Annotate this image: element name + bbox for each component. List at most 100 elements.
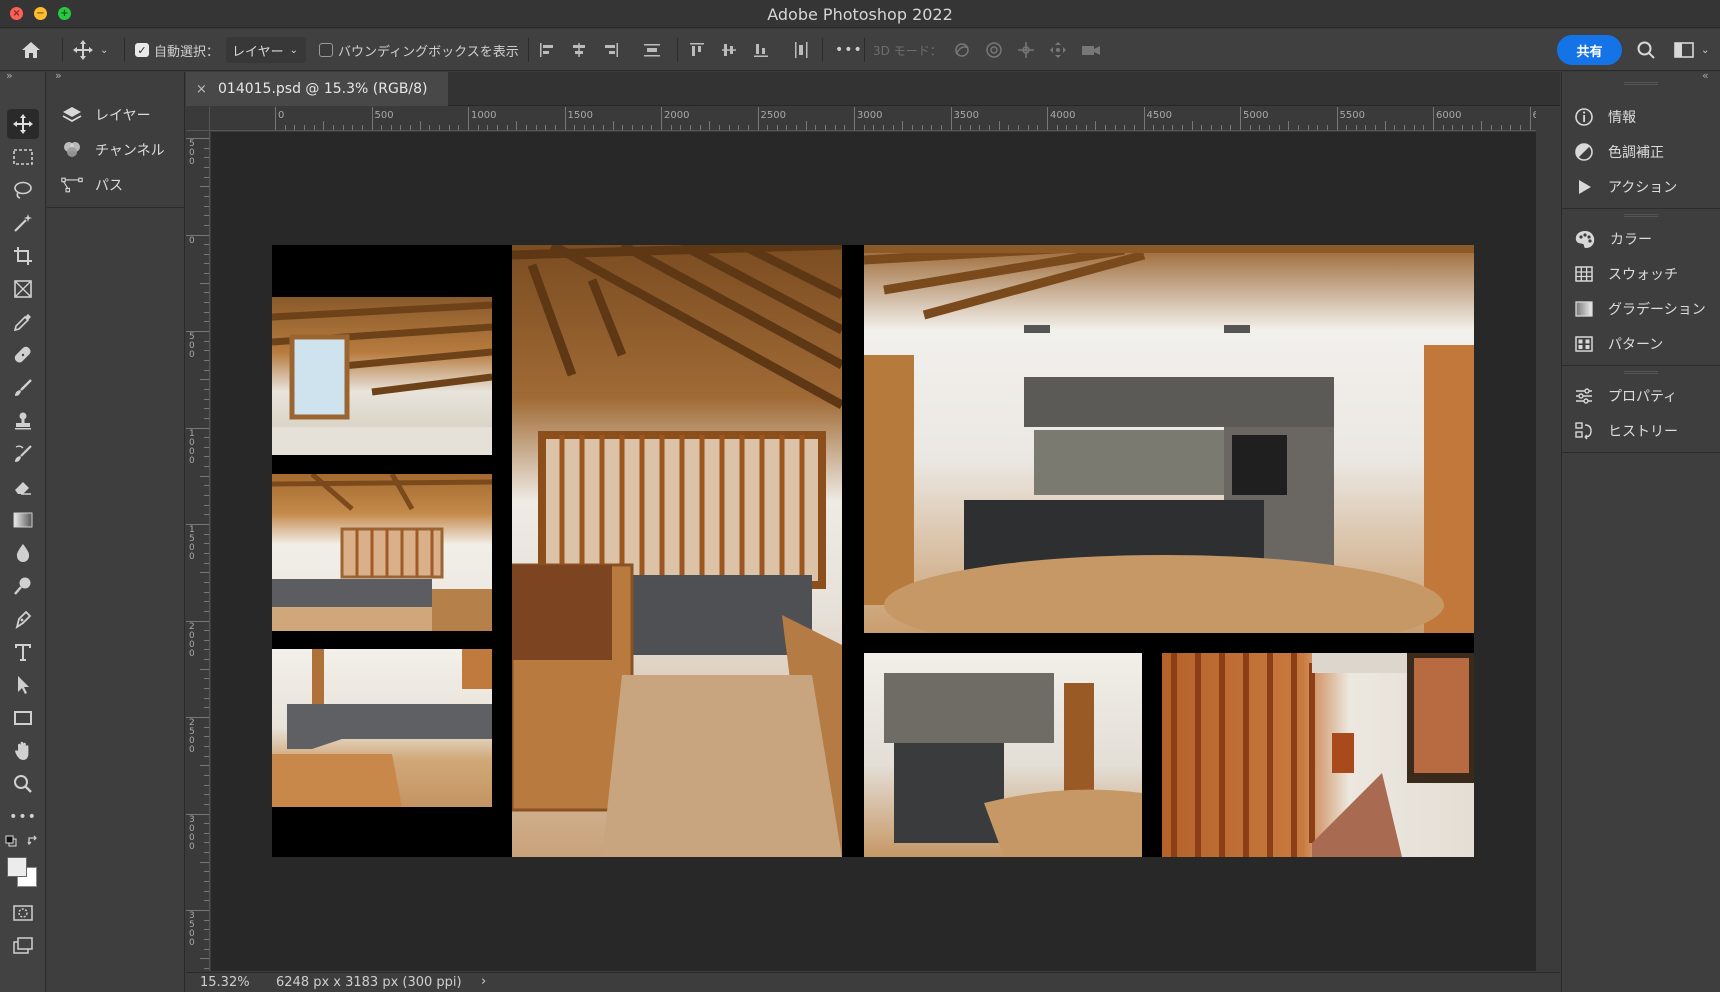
document-tab[interactable]: × 014015.psd @ 15.3% (RGB/8) xyxy=(186,72,448,106)
panel-item-patterns[interactable]: パターン xyxy=(1574,329,1663,359)
ruler-minor-tick xyxy=(1297,125,1299,130)
align-vertical-centers-icon[interactable] xyxy=(720,41,738,59)
camera-3d-icon[interactable] xyxy=(1080,40,1102,60)
dodge-tool[interactable] xyxy=(7,571,39,601)
move-tool-preset-button[interactable]: ⌄ xyxy=(72,29,108,71)
dock-item-channels[interactable]: チャンネル xyxy=(61,135,165,165)
vertical-ruler[interactable]: 5 0 0 0 5 0 0 1 0 0 0 1 5 0 0 2 0 0 0 2 5 0 0 3… xyxy=(186,131,210,971)
edit-toolbar-button[interactable]: ••• xyxy=(7,802,39,832)
crop-tool[interactable] xyxy=(7,241,39,271)
panel-item-info[interactable]: 情報 xyxy=(1574,102,1636,132)
3d-mode-tools xyxy=(952,29,1102,71)
ruler-minor-tick xyxy=(1490,125,1492,130)
pen-tool[interactable] xyxy=(7,604,39,634)
swap-colors-icon[interactable] xyxy=(27,835,39,847)
options-bar: ⌄ ✓ 自動選択： レイヤー ⌄ バウンディングボックスを表示 ••• 3D モ… xyxy=(0,29,1720,71)
zoom-tool[interactable] xyxy=(7,769,39,799)
orbit-3d-icon[interactable] xyxy=(952,40,972,60)
eyedropper-tool[interactable] xyxy=(7,307,39,337)
align-left-edges-icon[interactable] xyxy=(538,41,556,59)
ruler-minor-tick xyxy=(1124,125,1126,130)
slide-3d-icon[interactable] xyxy=(1048,40,1068,60)
collapse-arrows-icon[interactable]: « xyxy=(1702,69,1709,82)
history-brush-tool[interactable] xyxy=(7,439,39,469)
ruler-minor-tick xyxy=(1346,125,1348,130)
left-panel-dock: » レイヤー チャンネル パス xyxy=(47,69,185,992)
screen-mode-button[interactable] xyxy=(7,931,39,961)
expand-arrows-icon[interactable]: » xyxy=(55,69,62,82)
history-icon xyxy=(1575,422,1592,440)
panel-item-history[interactable]: ヒストリー xyxy=(1574,416,1678,446)
ruler-label: 5500 xyxy=(1339,110,1365,121)
ruler-minor-tick xyxy=(204,166,209,168)
frame-tool[interactable] xyxy=(7,274,39,304)
align-horizontal-centers-icon[interactable] xyxy=(570,41,588,59)
marquee-tool[interactable] xyxy=(7,142,39,172)
path-selection-tool[interactable] xyxy=(7,670,39,700)
panel-item-gradients[interactable]: グラデーション xyxy=(1574,294,1706,324)
blur-tool[interactable] xyxy=(7,538,39,568)
move-tool[interactable] xyxy=(7,109,39,139)
object-selection-tool[interactable] xyxy=(7,208,39,238)
panel-grip[interactable] xyxy=(1624,82,1658,85)
gradient-tool[interactable] xyxy=(7,505,39,535)
workspace-switcher-button[interactable]: ⌄ xyxy=(1673,29,1709,71)
align-bottom-edges-icon[interactable] xyxy=(752,41,770,59)
ruler-minor-tick xyxy=(612,121,614,130)
distribute-vertical-button[interactable] xyxy=(642,29,662,71)
rectangle-tool[interactable] xyxy=(7,703,39,733)
ruler-minor-tick xyxy=(204,678,209,680)
dock-item-layers[interactable]: レイヤー xyxy=(61,100,151,130)
panel-item-swatches[interactable]: スウォッチ xyxy=(1574,259,1678,289)
dock-item-label: チャンネル xyxy=(95,143,165,159)
panel-grip[interactable] xyxy=(1624,214,1658,217)
ruler-minor-tick xyxy=(1104,125,1106,130)
horizontal-ruler[interactable]: 0 500 1000 1500 2000 2500 3000 3500 4000 4500 5000… xyxy=(210,107,1536,131)
3d-mode-label: 3D モード： xyxy=(873,43,942,58)
chevron-right-icon[interactable]: › xyxy=(481,974,486,989)
close-tab-icon[interactable]: × xyxy=(196,82,210,97)
foreground-color-swatch[interactable] xyxy=(7,857,27,877)
ruler-minor-tick xyxy=(204,543,209,545)
auto-select-checkbox[interactable]: ✓ 自動選択： xyxy=(135,29,219,71)
panel-item-color[interactable]: カラー xyxy=(1574,224,1652,254)
ruler-label: 0 xyxy=(278,110,285,121)
align-top-edges-icon[interactable] xyxy=(688,41,706,59)
show-bbox-checkbox[interactable]: バウンディングボックスを表示 xyxy=(319,29,519,71)
distribute-horizontal-button[interactable] xyxy=(792,29,810,71)
canvas-area[interactable] xyxy=(211,132,1536,971)
panel-item-properties[interactable]: プロパティ xyxy=(1574,381,1677,411)
lasso-tool[interactable] xyxy=(7,175,39,205)
ruler-label: 2 5 0 0 xyxy=(189,718,195,755)
auto-select-target-dropdown[interactable]: レイヤー ⌄ xyxy=(226,37,306,63)
default-colors-icon[interactable] xyxy=(5,835,17,847)
quick-mask-button[interactable] xyxy=(7,898,39,928)
zoom-level[interactable]: 15.32% xyxy=(200,975,250,990)
panel-item-adjustments[interactable]: 色調補正 xyxy=(1574,137,1664,167)
eraser-tool[interactable] xyxy=(7,472,39,502)
dock-item-paths[interactable]: パス xyxy=(61,170,123,200)
brush-tool[interactable] xyxy=(7,373,39,403)
search-button[interactable] xyxy=(1636,29,1656,71)
panel-grip[interactable] xyxy=(1624,371,1658,374)
panel-item-actions[interactable]: アクション xyxy=(1574,172,1677,202)
water-drop-icon xyxy=(16,544,30,562)
hand-tool[interactable] xyxy=(7,736,39,766)
pan-3d-icon[interactable] xyxy=(1016,40,1036,60)
share-button[interactable]: 共有 xyxy=(1557,35,1622,65)
collapse-arrows-icon[interactable]: » xyxy=(6,69,13,82)
more-options-button[interactable]: ••• xyxy=(835,29,863,71)
home-button[interactable] xyxy=(20,29,42,71)
clone-stamp-tool[interactable] xyxy=(7,406,39,436)
document-image[interactable] xyxy=(272,245,1474,857)
status-bar: 15.32% 6248 px x 3183 px (300 ppi) › xyxy=(186,972,1560,992)
healing-brush-tool[interactable] xyxy=(7,340,39,370)
ruler-origin[interactable] xyxy=(186,107,210,131)
ruler-minor-tick xyxy=(1519,125,1521,130)
roll-3d-icon[interactable] xyxy=(984,40,1004,60)
ruler-minor-tick xyxy=(641,125,643,130)
align-right-edges-icon[interactable] xyxy=(602,41,620,59)
type-tool[interactable] xyxy=(7,637,39,667)
panel-item-label: プロパティ xyxy=(1608,389,1678,405)
ruler-minor-tick xyxy=(554,125,556,130)
